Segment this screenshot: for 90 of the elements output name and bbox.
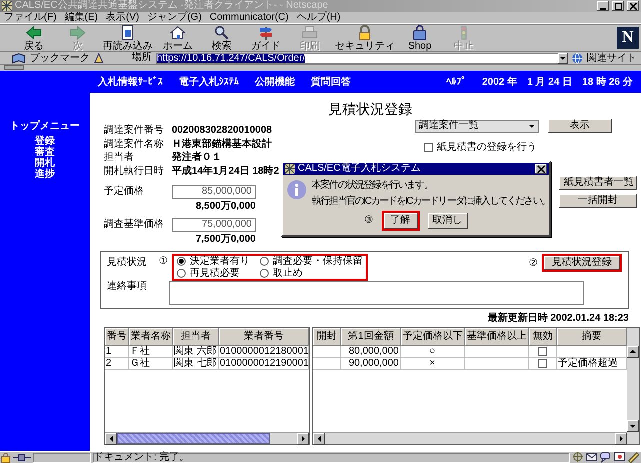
toolbar-button[interactable]: 検索 (200, 24, 244, 52)
site-nav-link[interactable]: 質問回答 (311, 77, 351, 89)
side-menu-link[interactable]: 進捗 (0, 169, 90, 180)
field-value: 平成14年1月24日 18時2 (172, 166, 280, 178)
table-cell: Ｇ社 (129, 358, 173, 370)
side-menu-link[interactable]: 審査 (0, 147, 90, 158)
step-marker: ③ (364, 215, 374, 227)
column-header[interactable]: 業者番号 (219, 328, 309, 346)
menu-item[interactable]: 表示(V) (102, 12, 144, 23)
dialog-button[interactable]: 了解 (384, 213, 418, 229)
side-menu-link[interactable]: 登録 (0, 136, 90, 147)
column-header[interactable]: 担当者 (173, 328, 219, 346)
action-button[interactable]: 一括開封 (559, 194, 637, 208)
field-label: 調達案件名称 (104, 138, 164, 150)
price-label: 予定価格 (104, 186, 145, 198)
column-header[interactable]: 番号 (105, 328, 129, 346)
toolbar-button[interactable]: Shop (398, 24, 442, 52)
select-value: 調達案件一覧 (419, 120, 480, 132)
column-header[interactable]: 開封 (313, 328, 341, 346)
table-cell: 0100000012190001 (219, 358, 309, 370)
url-field[interactable]: https://10.16.71.247/CALS/Order/ (156, 52, 559, 64)
site-nav-link[interactable]: 公開機能 (255, 77, 295, 89)
price-field[interactable]: 75,000,000 (172, 218, 256, 232)
column-header[interactable]: 摘要 (557, 328, 627, 346)
field-label: 調達案件番号 (104, 125, 164, 137)
step-marker: ② (529, 258, 538, 270)
show-button[interactable]: 表示 (548, 119, 612, 134)
field-label: 開札執行日時 (104, 166, 164, 178)
column-header[interactable]: 第1回金額 (341, 328, 401, 346)
last-updated: 最新更新日時 2002.01.24 18:23 (486, 313, 629, 325)
menu-item[interactable]: ヘルプ(H) (292, 12, 345, 23)
menu-item[interactable]: 編集(E) (60, 12, 102, 23)
date-time: 2002 年 1 月 24 日 18 時 26 分 (482, 77, 633, 89)
table-cell: 90,000,000 (341, 358, 401, 370)
field-value: 発注者０１ (172, 152, 222, 164)
side-menu-link[interactable]: 開札 (0, 158, 90, 169)
table-cell: 関東 六郎 (173, 346, 219, 358)
dialog-message: 執行担当官のICカードをICカードリーダに挿入してください。 (312, 196, 550, 207)
checkbox-label: 紙見積書の登録を行う (437, 142, 537, 154)
browser-logo: N (617, 27, 639, 49)
table-cell: 80,000,000 (341, 346, 401, 358)
register-button[interactable]: 見積状況登録 (544, 256, 620, 270)
field-value: Ｈ港東部錨構基本設計 (172, 138, 272, 150)
page-title: 見積状況登録 (328, 101, 412, 118)
field-label: 担当者 (104, 152, 134, 164)
toolbar-button[interactable]: 戻る (12, 24, 56, 52)
case-select[interactable]: 調達案件一覧 (415, 120, 539, 133)
toolbar-button[interactable]: セキュリティ (332, 24, 398, 52)
toolbar-button[interactable]: 再読み込み (100, 24, 156, 52)
window-title: CALS/EC公共調達共通基盤システム -発注者クライアント- - Netscape (15, 0, 330, 12)
related-sites-button[interactable]: 関連サイト (587, 52, 637, 64)
bookmarks-button[interactable]: ブックマーク (30, 52, 90, 64)
notes-label: 連絡事項 (107, 281, 148, 294)
dialog-message: 本案件の状況登録を行います。 (312, 180, 432, 192)
column-header[interactable]: 業者名称 (129, 328, 173, 346)
site-nav-link[interactable]: 電子入札ｼｽﾃﾑ (179, 77, 239, 89)
help-link[interactable]: ﾍﾙﾌﾟ (446, 77, 466, 89)
toolbar-button[interactable]: ガイド (244, 24, 288, 52)
radio-option[interactable]: 調査必要・保持保留 (260, 256, 363, 268)
action-button[interactable]: 紙見積書者一覧 (559, 176, 637, 190)
price-reading: 8,500万0,000 (194, 201, 256, 213)
table-cell: Ｆ社 (129, 346, 173, 358)
menu-item[interactable]: Communicator(C) (206, 12, 293, 23)
status-text: ドキュメント: 完了。 (94, 453, 190, 462)
radio-option[interactable]: 取止め (260, 268, 363, 280)
column-header[interactable]: 予定価格以下 (401, 328, 465, 346)
toolbar-button[interactable]: ホーム (156, 24, 200, 52)
table-cell: 関東 七郎 (173, 358, 219, 370)
column-header[interactable]: 基準価格以上 (465, 328, 529, 346)
table-cell: ○ (401, 346, 465, 358)
column-header[interactable]: 無効 (529, 328, 557, 346)
table-cell: 0100000012180001 (219, 346, 309, 358)
status-label: 見積状況 (107, 257, 148, 269)
dialog-title: CALS/EC電子入札システム (298, 163, 422, 175)
radio-option[interactable]: 決定業者有り (177, 256, 250, 268)
menu-item[interactable]: ジャンプ(G) (143, 12, 206, 23)
price-reading: 7,500万0,000 (194, 234, 256, 246)
step-marker: ① (159, 256, 168, 268)
price-label: 調査基準価格 (104, 218, 165, 230)
table-cell: 1 (105, 346, 129, 358)
top-menu-link[interactable]: トップメニュー (0, 121, 90, 132)
field-value: 002008302820010008 (172, 125, 272, 137)
table-cell: 2 (105, 358, 129, 370)
site-nav-link[interactable]: 入札情報ｻｰﾋﾞｽ (98, 77, 163, 89)
price-field[interactable]: 85,000,000 (172, 185, 256, 200)
dialog-button[interactable]: 取消し (428, 213, 468, 229)
location-label: 場所 (132, 52, 152, 64)
menu-item[interactable]: ファイル(F) (0, 12, 61, 23)
radio-option[interactable]: 再見積必要 (177, 268, 250, 280)
table-cell: × (401, 358, 465, 370)
